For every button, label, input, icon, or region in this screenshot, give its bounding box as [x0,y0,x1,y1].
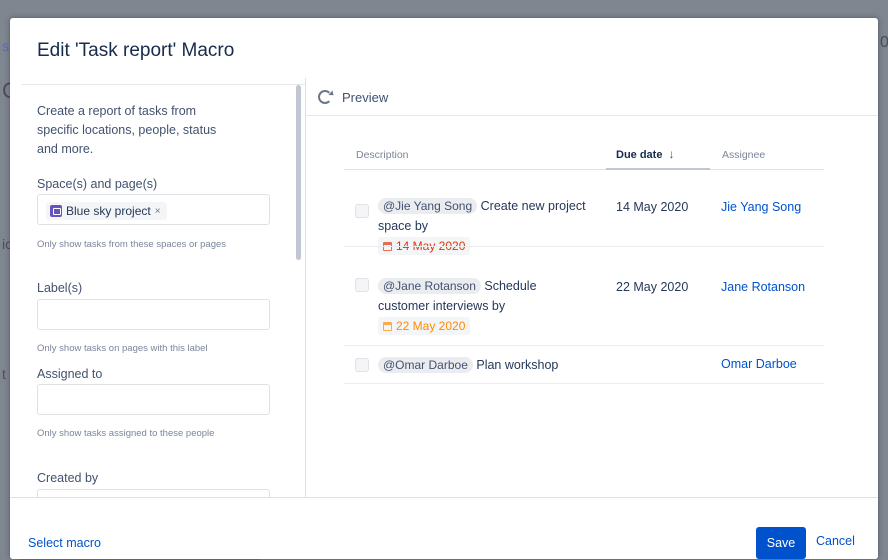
spaces-label: Space(s) and page(s) [37,177,158,191]
assigned-help: Only show tasks assigned to these people [37,428,215,439]
column-description[interactable]: Description [356,149,409,161]
save-button[interactable]: Save [756,527,806,559]
due-date-cell: 14 May 2020 [616,200,689,214]
spaces-help: Only show tasks from these spaces or pag… [37,239,227,250]
labels-input[interactable] [37,299,270,330]
task-date-chip: 22 May 2020 [378,317,471,335]
dialog-footer: Select macro Save Cancel [10,497,878,559]
cancel-button[interactable]: Cancel [816,534,855,548]
labels-help: Only show tasks on pages with this label [37,343,208,354]
due-date-cell: 22 May 2020 [616,280,689,294]
refresh-icon[interactable] [318,90,332,104]
assigned-input[interactable] [37,384,270,415]
user-mention[interactable]: @Jane Rotanson [378,278,481,294]
preview-title: Preview [342,90,389,105]
remove-chip-icon[interactable]: × [155,206,161,217]
table-row: @Omar Darboe Plan workshop Omar Darboe [344,346,824,384]
task-checkbox[interactable] [355,204,369,218]
bg-text: s [2,38,9,54]
column-assignee[interactable]: Assignee [722,149,765,161]
preview-header: Preview [306,78,878,116]
created-label: Created by [37,471,99,485]
calendar-icon [383,322,392,331]
space-chip[interactable]: Blue sky project × [46,202,167,220]
dialog-title: Edit 'Task report' Macro [37,40,235,61]
task-checkbox[interactable] [355,358,369,372]
task-description: @Omar Darboe Plan workshop [378,355,608,375]
labels-label: Label(s) [37,281,83,295]
spaces-input[interactable]: Blue sky project × [37,194,270,225]
bg-text: t [2,366,6,382]
options-scrollbar[interactable] [296,85,301,260]
macro-dialog: Edit 'Task report' Macro Create a report… [10,18,878,559]
space-icon [50,205,62,217]
user-mention[interactable]: @Omar Darboe [378,357,473,373]
column-due-date-label: Due date [616,149,663,161]
table-row: @Jie Yang Song Create new project space … [344,170,824,255]
user-mention[interactable]: @Jie Yang Song [378,198,478,214]
select-macro-link[interactable]: Select macro [28,536,101,550]
macro-description: Create a report of tasks from specific l… [37,104,217,156]
task-date: 22 May 2020 [396,319,466,333]
column-due-date[interactable]: Due date ↓ [616,147,674,161]
task-text: Plan workshop [476,358,559,372]
table-row: @Jane Rotanson Schedule customer intervi… [344,247,824,346]
bg-text: 0 [880,34,888,51]
assignee-link[interactable]: Jane Rotanson [721,280,805,294]
sort-down-icon: ↓ [668,147,675,161]
task-description: @Jane Rotanson Schedule customer intervi… [378,276,588,336]
row-divider [344,383,824,384]
preview-table: Description Due date ↓ Assignee @Jie Yang… [306,117,878,497]
assigned-label: Assigned to [37,367,103,381]
created-input[interactable] [37,489,270,497]
macro-options-panel: Create a report of tasks from specific l… [22,84,306,497]
task-checkbox[interactable] [355,278,369,292]
space-chip-label: Blue sky project [66,204,151,218]
assignee-link[interactable]: Omar Darboe [721,357,797,371]
assignee-link[interactable]: Jie Yang Song [721,200,801,214]
